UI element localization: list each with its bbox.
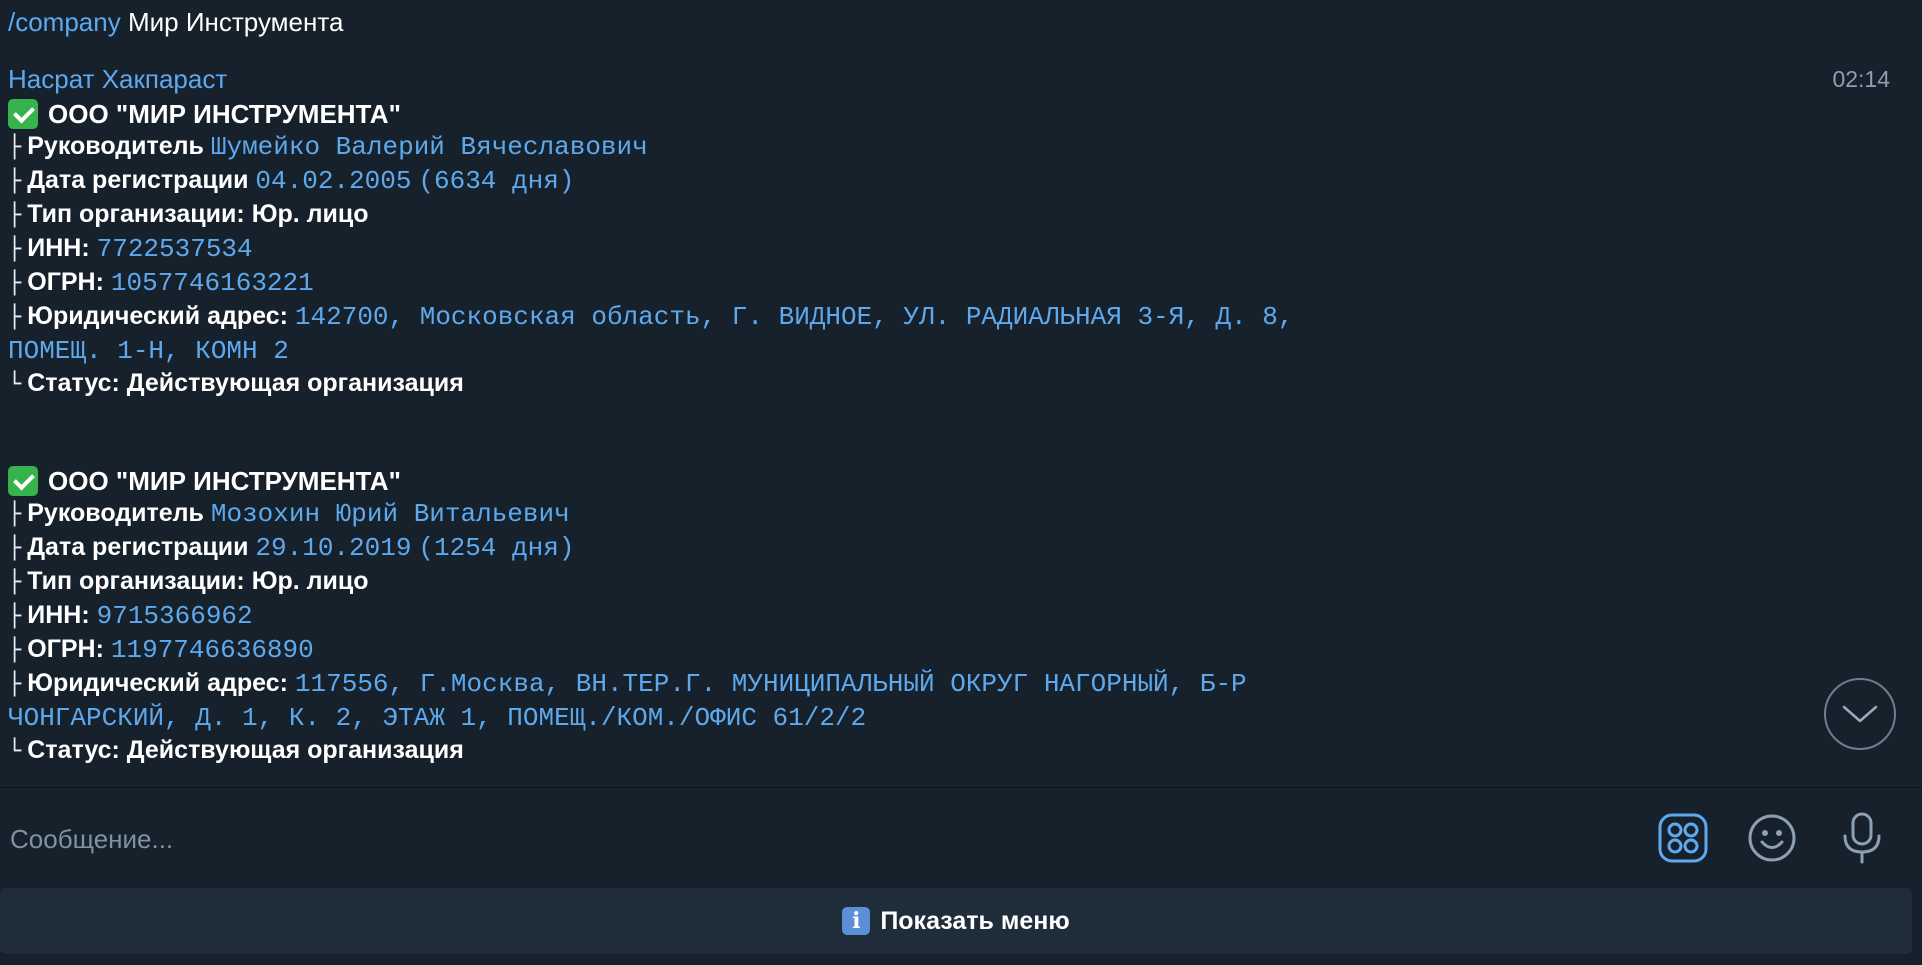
status-text: Статус: Действующая организация (27, 369, 464, 397)
director-row: ├ Руководитель Мозохин Юрий Витальевич (8, 499, 570, 529)
address-label: Юридический адрес: (27, 669, 288, 697)
microphone-icon (1843, 812, 1881, 864)
smile-icon (1748, 814, 1796, 862)
grid-icon (1658, 813, 1708, 863)
director-value[interactable]: Шумейко Валерий Вячеславович (211, 132, 648, 162)
ogrn-value[interactable]: 1057746163221 (111, 268, 314, 298)
inn-value[interactable]: 7722537534 (97, 234, 253, 264)
company-title-line: ООО "МИР ИНСТРУМЕНТА" (8, 465, 1338, 497)
ogrn-row: ├ ОГРН: 1197746636890 (8, 635, 314, 665)
chat-area: /company Мир Инструмента Насрат Хакпарас… (0, 0, 1922, 787)
reg-days-value: (1254 дня) (418, 533, 575, 563)
address-row: ├ Юридический адрес: 142700, Московская о… (8, 302, 1310, 366)
org-type-row: ├ Тип организации: Юр. лицо (8, 567, 369, 595)
ogrn-value[interactable]: 1197746636890 (111, 635, 314, 665)
command-link[interactable]: /company (8, 7, 121, 37)
director-value[interactable]: Мозохин Юрий Витальевич (211, 499, 570, 529)
chevron-down-icon (1842, 705, 1878, 723)
inn-row: ├ ИНН: 7722537534 (8, 234, 253, 264)
inn-label: ИНН: (27, 234, 90, 262)
status-row: └ Статус: Действующая организация (8, 369, 464, 397)
bot-commands-button[interactable] (1657, 812, 1709, 864)
inn-row: ├ ИНН: 9715366962 (8, 601, 253, 631)
message-time: 02:14 (1832, 66, 1890, 92)
command-query: Мир Инструмента (127, 7, 344, 37)
reg-date-value[interactable]: 29.10.2019 (255, 533, 411, 563)
inn-label: ИНН: (27, 601, 90, 629)
message-input[interactable] (8, 816, 1612, 862)
company-title: ООО "МИР ИНСТРУМЕНТА" (48, 99, 401, 129)
director-row: ├ Руководитель Шумейко Валерий Вячеславов… (8, 132, 648, 162)
ogrn-row: ├ ОГРН: 1057746163221 (8, 268, 314, 298)
reg-date-row: ├ Дата регистрации 29.10.2019 (1254 дня) (8, 533, 575, 563)
show-menu-button[interactable]: i Показать меню (0, 888, 1912, 954)
reg-date-label: Дата регистрации (27, 166, 249, 194)
org-type-row: ├ Тип организации: Юр. лицо (8, 200, 369, 228)
address-row: ├ Юридический адрес: 117556, Г.Москва, ВН… (8, 669, 1263, 733)
org-type-text: Тип организации: Юр. лицо (27, 567, 369, 595)
ogrn-label: ОГРН: (27, 635, 104, 663)
director-label: Руководитель (27, 499, 204, 527)
voice-message-button[interactable] (1836, 812, 1888, 864)
ogrn-label: ОГРН: (27, 268, 104, 296)
check-mark-icon (8, 466, 38, 496)
status-row: └ Статус: Действующая организация (8, 736, 464, 764)
company-title: ООО "МИР ИНСТРУМЕНТА" (48, 466, 401, 496)
message-composer (0, 788, 1922, 888)
status-text: Статус: Действующая организация (27, 736, 464, 764)
director-label: Руководитель (27, 132, 204, 160)
reg-date-value[interactable]: 04.02.2005 (255, 166, 411, 196)
company-card: ООО "МИР ИНСТРУМЕНТА" ├ Руководитель Мозо… (8, 465, 1338, 768)
address-label: Юридический адрес: (27, 302, 288, 330)
company-title-line: ООО "МИР ИНСТРУМЕНТА" (8, 98, 1338, 130)
scroll-down-button[interactable] (1824, 678, 1896, 750)
reg-date-label: Дата регистрации (27, 533, 249, 561)
message-author[interactable]: Насрат Хакпараст (8, 62, 227, 96)
emoji-button[interactable] (1746, 812, 1798, 864)
reg-date-row: ├ Дата регистрации 04.02.2005 (6634 дня) (8, 166, 575, 196)
reg-days-value: (6634 дня) (418, 166, 575, 196)
inn-value[interactable]: 9715366962 (97, 601, 253, 631)
bot-message: ООО "МИР ИНСТРУМЕНТА" ├ Руководитель Шуме… (8, 98, 1338, 832)
show-menu-label: Показать меню (880, 906, 1070, 935)
command-message: /company Мир Инструмента (8, 4, 343, 40)
org-type-text: Тип организации: Юр. лицо (27, 200, 369, 228)
company-card: ООО "МИР ИНСТРУМЕНТА" ├ Руководитель Шуме… (8, 98, 1338, 401)
info-icon: i (842, 907, 871, 935)
check-mark-icon (8, 99, 38, 129)
